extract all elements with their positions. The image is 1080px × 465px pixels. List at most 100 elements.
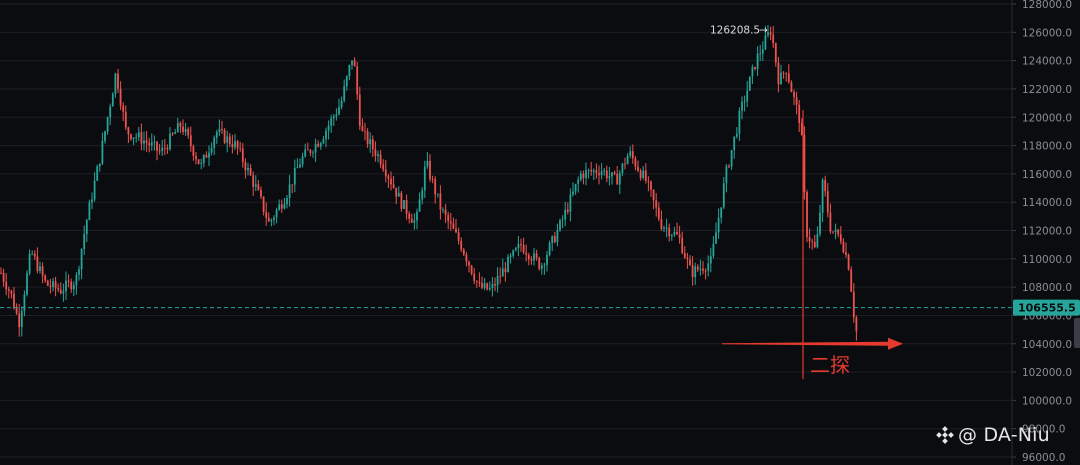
candle-body bbox=[106, 117, 109, 132]
candle-body bbox=[93, 180, 96, 200]
candle-body bbox=[512, 250, 515, 256]
axis-scroll-handle[interactable] bbox=[1074, 318, 1080, 348]
candle-body bbox=[153, 141, 156, 143]
candle-body bbox=[319, 143, 322, 147]
candle-body bbox=[270, 219, 273, 222]
grid-layer bbox=[0, 3, 1012, 458]
candle-body bbox=[397, 192, 400, 197]
candle-body bbox=[629, 151, 632, 156]
candle-body bbox=[592, 170, 595, 172]
candle-body bbox=[62, 291, 65, 294]
candle-body bbox=[668, 227, 671, 237]
y-tick-label: 128000.0 bbox=[1022, 0, 1072, 11]
candle-body bbox=[574, 184, 577, 192]
candle-body bbox=[215, 132, 218, 138]
candle-body bbox=[543, 264, 546, 266]
candle-body bbox=[577, 179, 580, 185]
candle-body bbox=[553, 236, 556, 243]
y-tick-label: 124000.0 bbox=[1022, 56, 1072, 68]
candle-body bbox=[793, 92, 795, 98]
candle-body bbox=[31, 253, 34, 255]
candle-body bbox=[413, 220, 416, 223]
candle-body bbox=[780, 72, 782, 85]
candle-body bbox=[382, 164, 385, 170]
candle-body bbox=[176, 123, 179, 133]
y-tick-label: 114000.0 bbox=[1022, 197, 1072, 209]
y-tick-label: 120000.0 bbox=[1022, 112, 1072, 124]
candle-body bbox=[400, 192, 403, 209]
candle-body bbox=[114, 73, 117, 94]
candle-body bbox=[478, 281, 481, 283]
candle-body bbox=[312, 152, 314, 154]
candle-body bbox=[686, 257, 689, 260]
candle-body bbox=[301, 156, 304, 165]
candle-body bbox=[561, 219, 564, 221]
price-axis[interactable]: 96000.098000.0100000.0102000.0104000.010… bbox=[1011, 0, 1072, 465]
candle-body bbox=[826, 191, 829, 213]
candle-body bbox=[637, 166, 639, 171]
candle-body bbox=[49, 285, 52, 288]
candle-body bbox=[171, 133, 174, 135]
candle-body bbox=[72, 285, 75, 290]
candle-body bbox=[327, 125, 330, 131]
candle-body bbox=[197, 159, 200, 164]
candle-body bbox=[387, 176, 390, 179]
candle-body bbox=[754, 66, 756, 69]
candle-body bbox=[540, 265, 543, 269]
candle-body bbox=[559, 220, 561, 231]
candle-body bbox=[676, 231, 678, 235]
candle-body bbox=[722, 183, 725, 208]
candle-body bbox=[174, 132, 177, 134]
candle-body bbox=[304, 149, 307, 157]
candle-body bbox=[436, 193, 439, 195]
candle-body bbox=[317, 143, 320, 147]
candle-body bbox=[202, 155, 205, 164]
candle-body bbox=[223, 129, 226, 143]
binance-logo-icon bbox=[936, 426, 954, 444]
candle-body bbox=[442, 209, 444, 211]
candle-body bbox=[551, 236, 554, 243]
candle-body bbox=[39, 266, 41, 271]
candle-body bbox=[499, 276, 502, 277]
candle-body bbox=[429, 160, 431, 180]
candle-body bbox=[288, 184, 291, 198]
candle-body bbox=[148, 142, 151, 146]
candle-body bbox=[254, 184, 257, 187]
candle-body bbox=[273, 217, 275, 220]
candle-body bbox=[481, 282, 483, 288]
candle-body bbox=[444, 209, 447, 215]
candle-body bbox=[522, 245, 525, 253]
candle-body bbox=[566, 209, 569, 212]
candle-body bbox=[2, 273, 5, 282]
candle-body bbox=[743, 101, 746, 103]
y-tick-label: 108000.0 bbox=[1022, 282, 1072, 294]
candle-body bbox=[351, 60, 353, 66]
candle-body bbox=[88, 202, 91, 221]
candle-body bbox=[109, 106, 112, 118]
candle-body bbox=[423, 166, 426, 191]
candle-body bbox=[548, 242, 551, 255]
candle-body bbox=[145, 140, 148, 143]
candle-body bbox=[462, 249, 465, 255]
candle-body bbox=[657, 207, 660, 220]
candle-body bbox=[283, 204, 286, 209]
candle-body bbox=[507, 256, 509, 273]
candle-body bbox=[286, 197, 288, 205]
candle-body bbox=[735, 133, 738, 137]
candle-body bbox=[470, 265, 473, 274]
candle-body bbox=[392, 184, 395, 188]
candle-body bbox=[0, 272, 2, 274]
candle-body bbox=[127, 127, 130, 135]
current-price-tag: 106555.5 bbox=[1013, 299, 1080, 316]
candle-body bbox=[184, 128, 187, 132]
y-tick-label: 104000.0 bbox=[1022, 339, 1072, 351]
candle-body bbox=[306, 149, 309, 151]
candle-body bbox=[46, 280, 49, 286]
candle-body bbox=[96, 166, 99, 181]
candle-body bbox=[195, 155, 197, 160]
candle-body bbox=[10, 290, 13, 294]
candle-body bbox=[80, 249, 83, 270]
candle-body bbox=[322, 139, 325, 144]
candlestick-chart[interactable]: 96000.098000.0100000.0102000.0104000.010… bbox=[0, 0, 1080, 465]
candle-body bbox=[182, 126, 184, 132]
